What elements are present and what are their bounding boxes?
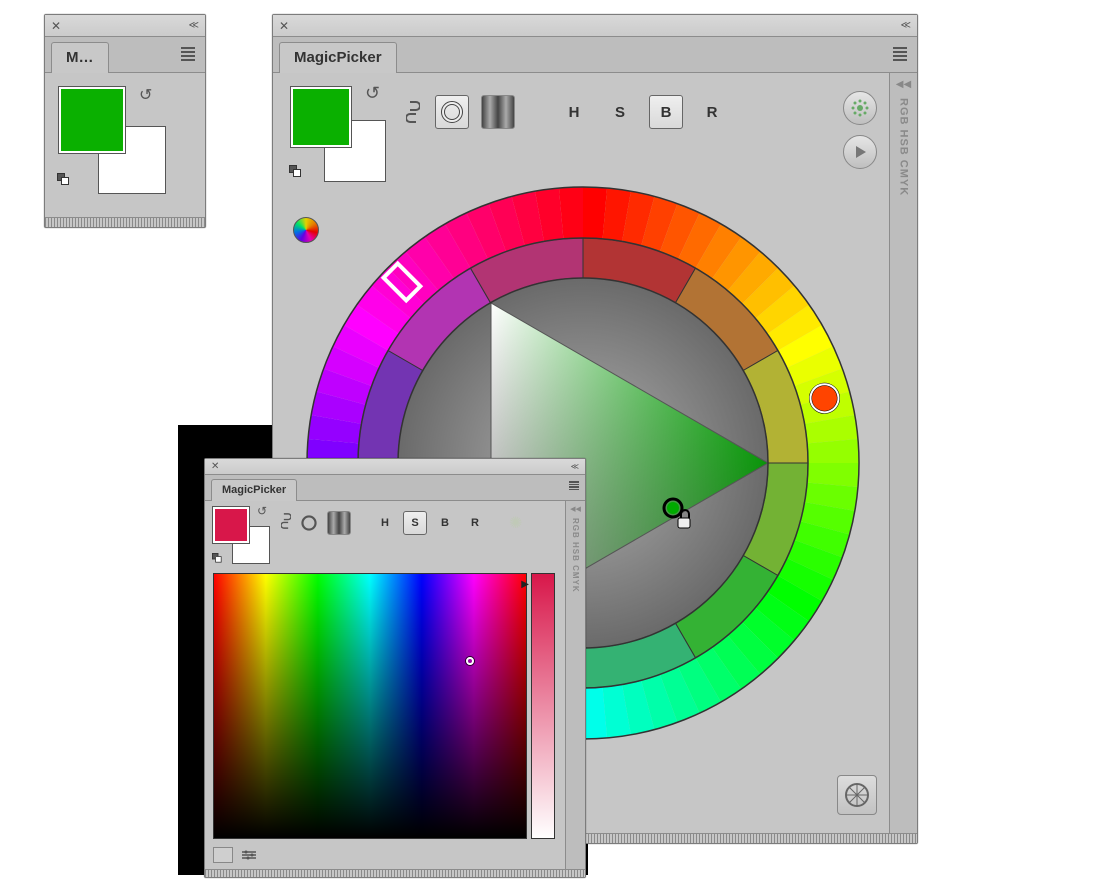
wheel-toggle-icon[interactable] [837,775,877,815]
tab-label: M… [66,49,94,66]
resize-gripper[interactable] [205,869,585,877]
panel-body: ↺ [45,73,205,217]
mode-h[interactable]: H [557,95,591,129]
sidebar-strip: ◀◀ RGB HSB CMYK [889,73,917,833]
saturation-slider[interactable] [531,573,555,839]
wheel-mode-button[interactable] [297,511,321,535]
slider-marker-icon[interactable]: ▶ [521,579,529,590]
mode-r[interactable]: R [463,511,487,535]
box-mode-button[interactable] [327,511,351,535]
tab-row: MagicPicker [205,475,585,501]
swap-colors-icon[interactable]: ↺ [257,504,267,518]
tab-label: MagicPicker [222,484,286,496]
panel-mini: ✕ ≪ M… ↺ [44,14,206,228]
sliders-icon[interactable] [239,847,259,863]
box-mode-button[interactable] [481,95,515,129]
mode-b[interactable]: B [649,95,683,129]
mode-b[interactable]: B [433,511,457,535]
fg-swatch[interactable] [213,507,249,543]
mode-h[interactable]: H [373,511,397,535]
link-icon[interactable] [281,512,291,535]
panel-body: ◀◀ RGB HSB CMYK ↺ H S B R [205,501,585,869]
titlebar[interactable]: ✕ ≪ [273,15,917,37]
titlebar[interactable]: ✕ ≪ [205,459,585,475]
panel-box: ✕ ≪ MagicPicker ◀◀ RGB HSB CMYK ↺ [204,458,586,878]
spectrum-picker[interactable] [213,573,527,839]
compact-toggle-icon[interactable] [213,847,233,863]
play-icon[interactable] [843,135,877,169]
sidebar-label: RGB HSB CMYK [898,98,910,196]
swap-colors-icon[interactable]: ↺ [365,83,380,104]
close-icon[interactable]: ✕ [279,19,289,33]
settings-icon[interactable]: ✺ [509,513,522,533]
default-colors-icon[interactable] [57,173,71,187]
collapse-icon[interactable]: ≪ [901,20,911,31]
mode-r[interactable]: R [695,95,729,129]
wheel-mode-button[interactable] [435,95,469,129]
fg-swatch[interactable] [59,87,125,153]
default-colors-icon[interactable] [289,165,303,179]
default-colors-icon[interactable] [212,553,223,564]
collapse-icon[interactable]: ≪ [189,20,199,31]
link-icon[interactable] [403,98,423,126]
tab-row: MagicPicker [273,37,917,73]
collapse-icon[interactable]: ≪ [571,462,579,471]
sidebar-expand-icon[interactable]: ◀◀ [570,505,581,513]
titlebar[interactable]: ✕ ≪ [45,15,205,37]
fg-swatch[interactable] [291,87,351,147]
tab-label: MagicPicker [294,49,382,66]
close-icon[interactable]: ✕ [51,19,61,33]
panel-menu-button[interactable] [569,481,579,490]
swap-colors-icon[interactable]: ↺ [139,85,152,105]
sidebar-strip: ◀◀ RGB HSB CMYK [565,501,585,869]
tab-magicpicker[interactable]: MagicPicker [211,479,297,501]
mode-s[interactable]: S [603,95,637,129]
mode-s[interactable]: S [403,511,427,535]
tab-magicpicker[interactable]: MagicPicker [279,42,397,73]
resize-gripper[interactable] [45,217,205,227]
sidebar-expand-icon[interactable]: ◀◀ [896,79,911,90]
settings-icon[interactable] [843,91,877,125]
tab-row: M… [45,37,205,73]
spectrum-cursor[interactable] [466,657,474,665]
sidebar-label: RGB HSB CMYK [571,518,580,593]
tab-magicpicker[interactable]: M… [51,42,109,73]
panel-menu-button[interactable] [893,47,907,61]
close-icon[interactable]: ✕ [211,461,219,472]
panel-menu-button[interactable] [181,47,195,61]
